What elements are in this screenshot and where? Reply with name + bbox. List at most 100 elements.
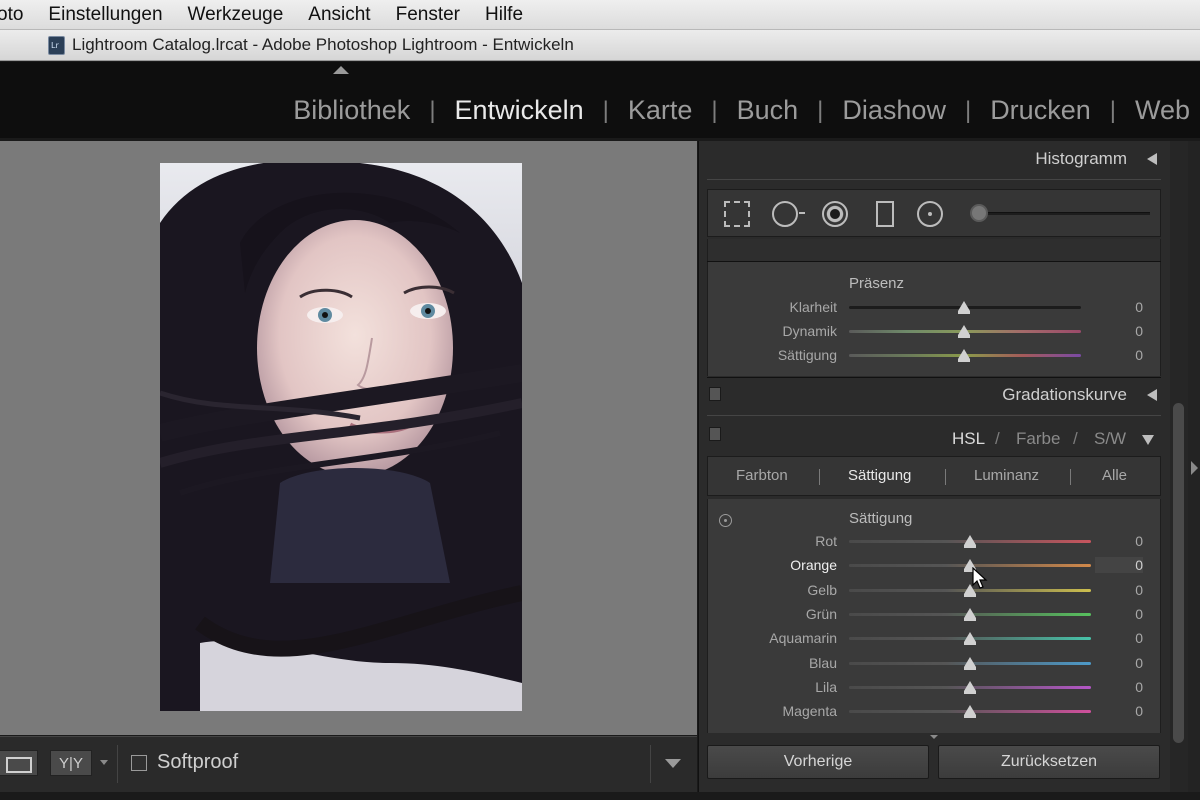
slider-value[interactable]: 0 [1095, 557, 1143, 574]
slider-label: Magenta [782, 703, 837, 720]
slider-value[interactable]: 0 [1095, 582, 1143, 598]
tab-luminance[interactable]: Luminanz [974, 467, 1039, 484]
lightroom-document-icon [48, 35, 65, 55]
adjustment-brush-track [974, 212, 1150, 215]
graduated-filter-icon[interactable] [876, 201, 894, 227]
presence-title: Präsenz [849, 275, 905, 292]
menu-item-settings[interactable]: Einstellungen [48, 4, 162, 26]
slider-thumb[interactable] [964, 680, 976, 694]
slider-value[interactable]: 0 [1095, 323, 1143, 339]
module-separator: | [711, 96, 718, 124]
slider-thumb[interactable] [964, 607, 976, 621]
menu-item-view[interactable]: Ansicht [308, 4, 370, 26]
expand-right-edge-icon[interactable] [1191, 461, 1198, 475]
slider-label: Sättigung [777, 347, 837, 363]
tab-saturation[interactable]: Sättigung [848, 467, 911, 484]
module-web[interactable]: Web [1135, 95, 1190, 126]
module-slideshow[interactable]: Diashow [842, 95, 946, 126]
hsl-collapse-icon[interactable] [1142, 435, 1154, 445]
menu-item-photo[interactable]: oto [0, 4, 23, 26]
slider-value[interactable]: 0 [1095, 630, 1143, 646]
slider-value[interactable]: 0 [1095, 533, 1143, 549]
slider-value[interactable]: 0 [1095, 655, 1143, 671]
loupe-view-button[interactable] [0, 750, 38, 776]
scrollbar-thumb[interactable] [1173, 403, 1184, 743]
partially-hidden-row [707, 239, 1161, 261]
reset-button[interactable]: Zurücksetzen [938, 745, 1160, 779]
red-eye-icon[interactable] [822, 201, 848, 227]
module-print[interactable]: Drucken [990, 95, 1091, 126]
slider-thumb[interactable] [964, 705, 976, 719]
divider [707, 377, 1161, 378]
slider-value[interactable]: 0 [1095, 299, 1143, 315]
module-map[interactable]: Karte [628, 95, 693, 126]
footer-collapse-icon[interactable] [930, 735, 938, 739]
module-separator: | [1109, 96, 1116, 124]
hsl-mode-color[interactable]: Farbe [1016, 429, 1060, 449]
hsl-mode-bw[interactable]: S/W [1094, 429, 1126, 449]
before-after-button[interactable]: Y|Y [50, 750, 92, 776]
tab-divider [819, 469, 820, 485]
slider-clarity: Klarheit 0 [699, 297, 1171, 319]
slider-thumb[interactable] [958, 349, 970, 362]
portrait-photo[interactable] [160, 163, 522, 711]
hsl-header: HSL / Farbe / S/W [699, 423, 1171, 455]
right-panel-scrollbar[interactable] [1170, 141, 1188, 792]
slider-orange: Orange 0 [699, 555, 1171, 577]
image-canvas [0, 141, 697, 735]
saturation-title: Sättigung [849, 510, 913, 527]
slider-value[interactable]: 0 [1095, 703, 1143, 719]
slider-aquamarin: Aquamarin 0 [699, 628, 1171, 650]
histogram-header[interactable]: Histogramm [699, 149, 1171, 179]
adjustment-brush-icon[interactable] [970, 204, 988, 222]
menu-item-tools[interactable]: Werkzeuge [188, 4, 284, 26]
hsl-mode-hsl[interactable]: HSL [952, 429, 985, 449]
divider [707, 179, 1161, 180]
tab-all[interactable]: Alle [1102, 467, 1127, 484]
slider-thumb[interactable] [958, 301, 970, 314]
toolbar-content-menu-icon[interactable] [665, 759, 681, 768]
slider-thumb[interactable] [964, 656, 976, 670]
crop-tool-icon[interactable] [724, 201, 750, 227]
bottom-toolbar: Y|Y Softproof [0, 736, 697, 792]
collapse-top-panel-icon[interactable] [333, 66, 349, 74]
target-adjustment-icon[interactable] [719, 514, 732, 527]
tab-divider [1070, 469, 1071, 485]
hsl-toggle[interactable] [709, 427, 721, 441]
reset-button-label: Zurücksetzen [1000, 753, 1098, 770]
menu-item-help[interactable]: Hilfe [485, 4, 523, 26]
develop-right-panel: Histogramm Präsenz Klarheit 0 Dynamik 0 … [698, 141, 1171, 792]
softproof-label[interactable]: Softproof [157, 751, 238, 774]
tone-curve-expand-icon[interactable] [1147, 389, 1157, 401]
slider-thumb[interactable] [958, 325, 970, 338]
window-title: Lightroom Catalog.lrcat - Adobe Photosho… [72, 35, 574, 54]
slider-thumb[interactable] [964, 535, 976, 548]
tab-divider [945, 469, 946, 485]
slider-thumb[interactable] [964, 632, 976, 646]
toolbar-divider [650, 745, 651, 783]
tone-curve-toggle[interactable] [709, 387, 721, 401]
module-book[interactable]: Buch [737, 95, 799, 126]
module-library[interactable]: Bibliothek [293, 95, 410, 126]
slider-value[interactable]: 0 [1095, 679, 1143, 695]
tone-curve-title: Gradationskurve [1002, 385, 1127, 404]
module-develop[interactable]: Entwickeln [455, 95, 584, 126]
histogram-expand-icon[interactable] [1147, 153, 1157, 165]
slider-saturation: Sättigung 0 [699, 345, 1171, 367]
previous-button[interactable]: Vorherige [707, 745, 929, 779]
slider-label: Dynamik [782, 323, 837, 339]
slider-label: Gelb [807, 581, 837, 598]
tone-curve-header[interactable]: Gradationskurve [699, 381, 1171, 413]
menu-item-window[interactable]: Fenster [396, 4, 460, 26]
softproof-checkbox[interactable] [131, 755, 147, 771]
tab-hue[interactable]: Farbton [736, 467, 788, 484]
menu-bar: oto Einstellungen Werkzeuge Ansicht Fens… [0, 0, 1200, 30]
spot-removal-icon[interactable] [772, 201, 805, 227]
slider-value[interactable]: 0 [1095, 347, 1143, 363]
slider-value[interactable]: 0 [1095, 606, 1143, 622]
slider-label: Grün [805, 605, 837, 622]
radial-filter-icon[interactable] [917, 201, 943, 227]
tool-strip [707, 189, 1161, 237]
before-after-dropdown-icon[interactable] [100, 760, 108, 765]
before-after-label: Y|Y [59, 754, 83, 772]
